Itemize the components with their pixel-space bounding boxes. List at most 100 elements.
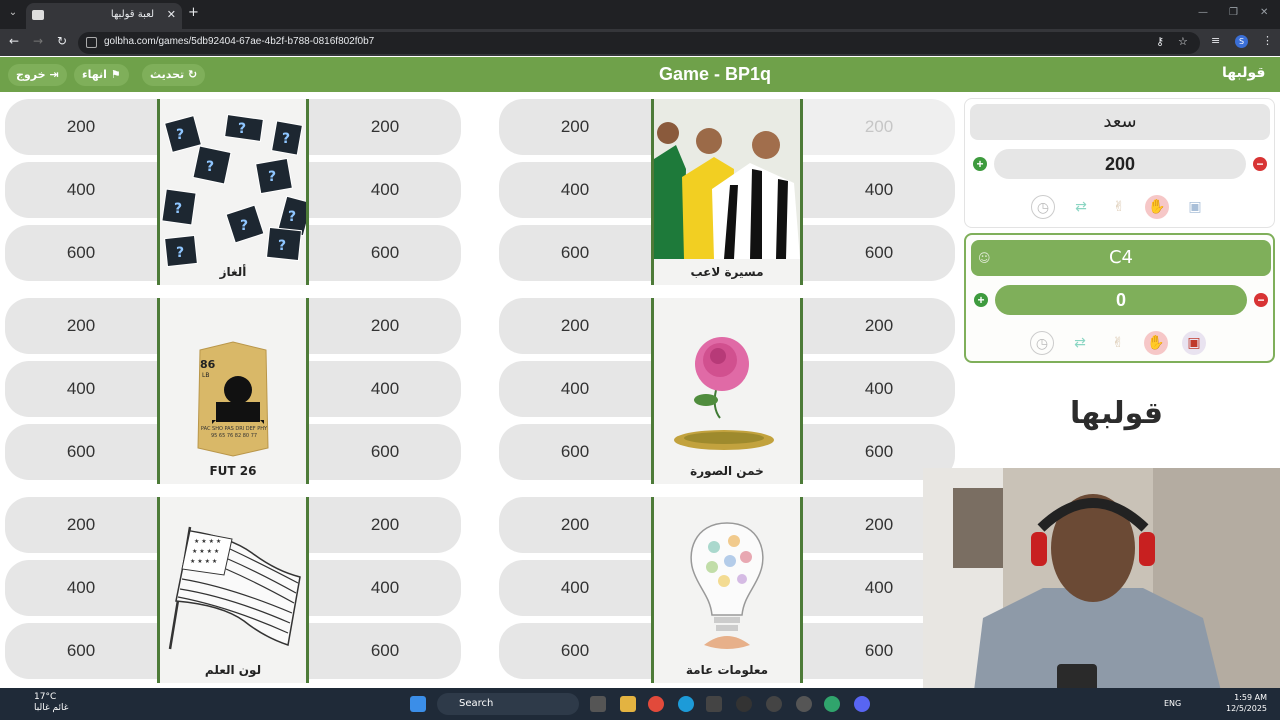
question-tile[interactable]: 200 [499,497,651,553]
peace-hand-power-icon[interactable]: ✌ [1106,331,1130,355]
swap-power-icon[interactable]: ⇄ [1068,331,1092,355]
question-tile[interactable]: 400 [309,162,461,218]
discord-icon[interactable] [854,696,870,712]
question-tile[interactable]: 400 [309,361,461,417]
category-image: ??? ??? ???? ألغاز [157,99,309,285]
task-view-icon[interactable] [590,696,606,712]
question-tile-used[interactable]: 200 [803,99,955,155]
edge-icon[interactable] [678,696,694,712]
timer-power-icon[interactable]: ◷ [1030,331,1054,355]
input-language[interactable]: ENG [1164,699,1181,708]
svg-text:?: ? [206,159,214,175]
question-tile[interactable]: 200 [5,497,157,553]
subtract-score-button[interactable]: − [1253,157,1267,171]
subtract-score-button[interactable]: − [1254,293,1268,307]
forward-icon[interactable]: → [33,34,43,48]
minimize-icon[interactable]: — [1198,7,1208,18]
close-window-icon[interactable]: ✕ [1260,7,1268,18]
site-info-icon[interactable] [86,37,97,48]
clock[interactable]: 1:59 AM 12/5/2025 [1226,692,1267,714]
question-tile[interactable]: 400 [803,162,955,218]
media-list-icon[interactable]: ≡ [1211,34,1220,47]
question-tile[interactable]: 200 [309,497,461,553]
hand-stop-power-icon[interactable]: ✋ [1145,195,1169,219]
question-tile[interactable]: 200 [309,99,461,155]
add-score-button[interactable]: + [973,157,987,171]
question-tile[interactable]: 600 [5,424,157,480]
question-tile[interactable]: 400 [803,361,955,417]
new-tab-icon[interactable]: + [188,5,199,20]
svg-text:?: ? [176,127,184,143]
refresh-label: تحديث [150,68,185,81]
question-tile[interactable]: 200 [5,298,157,354]
peace-hand-power-icon[interactable]: ✌ [1107,195,1131,219]
swap-power-icon[interactable]: ⇄ [1069,195,1093,219]
question-tile[interactable]: 400 [5,560,157,616]
question-tile[interactable]: 200 [803,298,955,354]
timer-power-icon[interactable]: ◷ [1031,195,1055,219]
svg-text:?: ? [282,131,290,147]
question-tile[interactable]: 600 [499,424,651,480]
app-icon[interactable] [796,696,812,712]
question-tile[interactable]: 600 [309,424,461,480]
mystery-boxes-illustration: ??? ??? ???? [161,114,306,268]
taskbar-search[interactable]: Search [437,693,579,715]
question-tile[interactable]: 600 [5,225,157,281]
chrome-profile-icon[interactable] [824,696,840,712]
dice-power-icon[interactable]: ▣ [1183,195,1207,219]
question-tile[interactable]: 600 [309,623,461,679]
category-general-info: 200 400 600 معلومات عامة 200 400 600 [499,497,955,683]
file-explorer-icon[interactable] [620,696,636,712]
question-tile[interactable]: 600 [499,623,651,679]
category-label: مسيرة لاعب [690,265,764,279]
question-tile[interactable]: 400 [309,560,461,616]
weather-widget[interactable]: 17°C غائم غالبا [10,692,68,714]
category-image: 86 LB PAC SHO PAS DRI DEF PHY 95 65 76 8… [157,298,309,484]
favicon-icon [32,10,44,20]
question-tile[interactable]: 600 [309,225,461,281]
question-tile[interactable]: 400 [5,162,157,218]
close-tab-icon[interactable]: ✕ [167,3,176,27]
question-tile[interactable]: 600 [5,623,157,679]
password-key-icon[interactable]: ⚷ [1156,35,1164,48]
question-tile[interactable]: 200 [309,298,461,354]
maximize-icon[interactable]: ❐ [1229,7,1238,18]
question-tile[interactable]: 600 [803,225,955,281]
category-label: FUT 26 [209,464,257,478]
store-icon[interactable] [706,696,722,712]
question-tile[interactable]: 200 [5,99,157,155]
address-bar[interactable]: golbha.com/games/5db92404-67ae-4b2f-b788… [78,32,1200,54]
category-image: خمن الصورة [651,298,803,484]
windows-start-icon[interactable] [410,696,426,712]
reload-icon[interactable]: ↻ [57,34,67,48]
menu-kebab-icon[interactable]: ⋮ [1262,34,1273,47]
add-score-button[interactable]: + [974,293,988,307]
question-tile[interactable]: 400 [499,162,651,218]
question-tile[interactable]: 400 [499,361,651,417]
hand-stop-power-icon[interactable]: ✋ [1144,331,1168,355]
bookmark-star-icon[interactable]: ☆ [1178,35,1188,48]
chrome-icon[interactable] [648,696,664,712]
exit-button[interactable]: خروج ⇥ [8,64,67,86]
tab-list-icon[interactable]: ⌄ [5,5,21,21]
settings-icon[interactable] [766,696,782,712]
lightbulb-illustration [690,522,764,649]
back-icon[interactable]: ← [9,34,19,48]
question-tile[interactable]: 200 [499,99,651,155]
dice-power-icon[interactable]: ▣ [1182,331,1206,355]
browser-tab[interactable]: لعبة قولبها ✕ [26,3,182,29]
question-tile[interactable]: 200 [499,298,651,354]
browser-toolbar: ← → ↻ golbha.com/games/5db92404-67ae-4b2… [0,29,1280,56]
refresh-button[interactable]: تحديث ↻ [142,64,206,86]
team-card: سعد + 200 − ◷ ⇄ ✌ ✋ ▣ [964,98,1275,228]
app-icon[interactable] [736,696,752,712]
svg-text:?: ? [288,209,296,225]
svg-text:?: ? [240,218,248,234]
question-tile[interactable]: 400 [499,560,651,616]
url-text: golbha.com/games/5db92404-67ae-4b2f-b788… [104,36,375,47]
profile-avatar[interactable]: S [1235,35,1248,48]
question-tile[interactable]: 600 [499,225,651,281]
question-tile[interactable]: 400 [5,361,157,417]
category-image: مسيرة لاعب [651,99,803,285]
finish-button[interactable]: انهاء ⚑ [74,64,129,86]
